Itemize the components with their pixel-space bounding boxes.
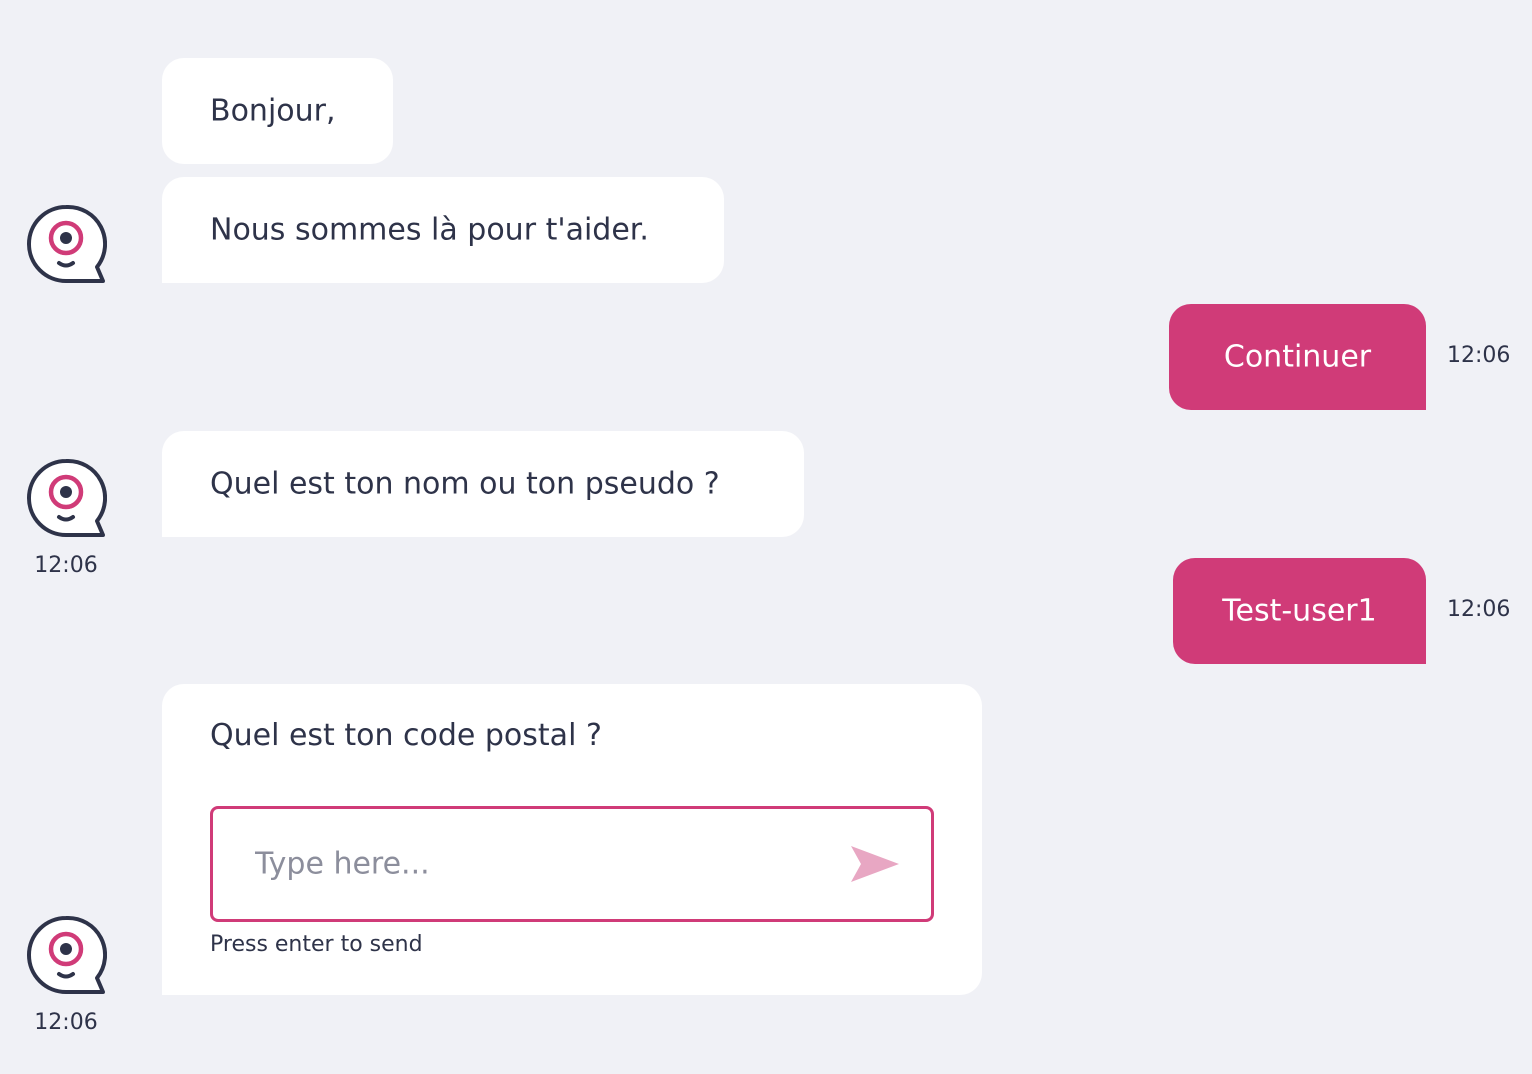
message-timestamp: 12:06 (34, 553, 98, 578)
message-timestamp: 12:06 (1447, 597, 1511, 622)
bot-message-text: Quel est ton nom ou ton pseudo ? (210, 466, 720, 502)
user-message-bubble: Test-user1 (1173, 558, 1426, 664)
bot-message-bubble: Bonjour, (162, 58, 393, 164)
message-timestamp: 12:06 (34, 1010, 98, 1035)
bot-question-card: Quel est ton code postal ? Press enter t… (162, 684, 982, 995)
send-icon (851, 846, 899, 882)
bot-message-text: Nous sommes là pour t'aider. (210, 212, 649, 248)
bot-message-text: Quel est ton code postal ? (210, 718, 602, 753)
bot-avatar-icon (25, 457, 107, 539)
bot-message-text: Bonjour, (210, 93, 336, 129)
message-input-box[interactable] (210, 806, 934, 922)
input-hint: Press enter to send (210, 932, 423, 957)
user-message-text: Test-user1 (1222, 593, 1377, 629)
bot-message-bubble: Nous sommes là pour t'aider. (162, 177, 724, 283)
message-input[interactable] (253, 845, 817, 883)
user-message-bubble: Continuer (1169, 304, 1426, 410)
message-timestamp: 12:06 (1447, 343, 1511, 368)
bot-message-bubble: Quel est ton nom ou ton pseudo ? (162, 431, 804, 537)
send-button[interactable] (849, 842, 901, 886)
user-message-text: Continuer (1223, 339, 1372, 375)
bot-avatar-icon (25, 914, 107, 996)
bot-avatar-icon (25, 203, 107, 285)
